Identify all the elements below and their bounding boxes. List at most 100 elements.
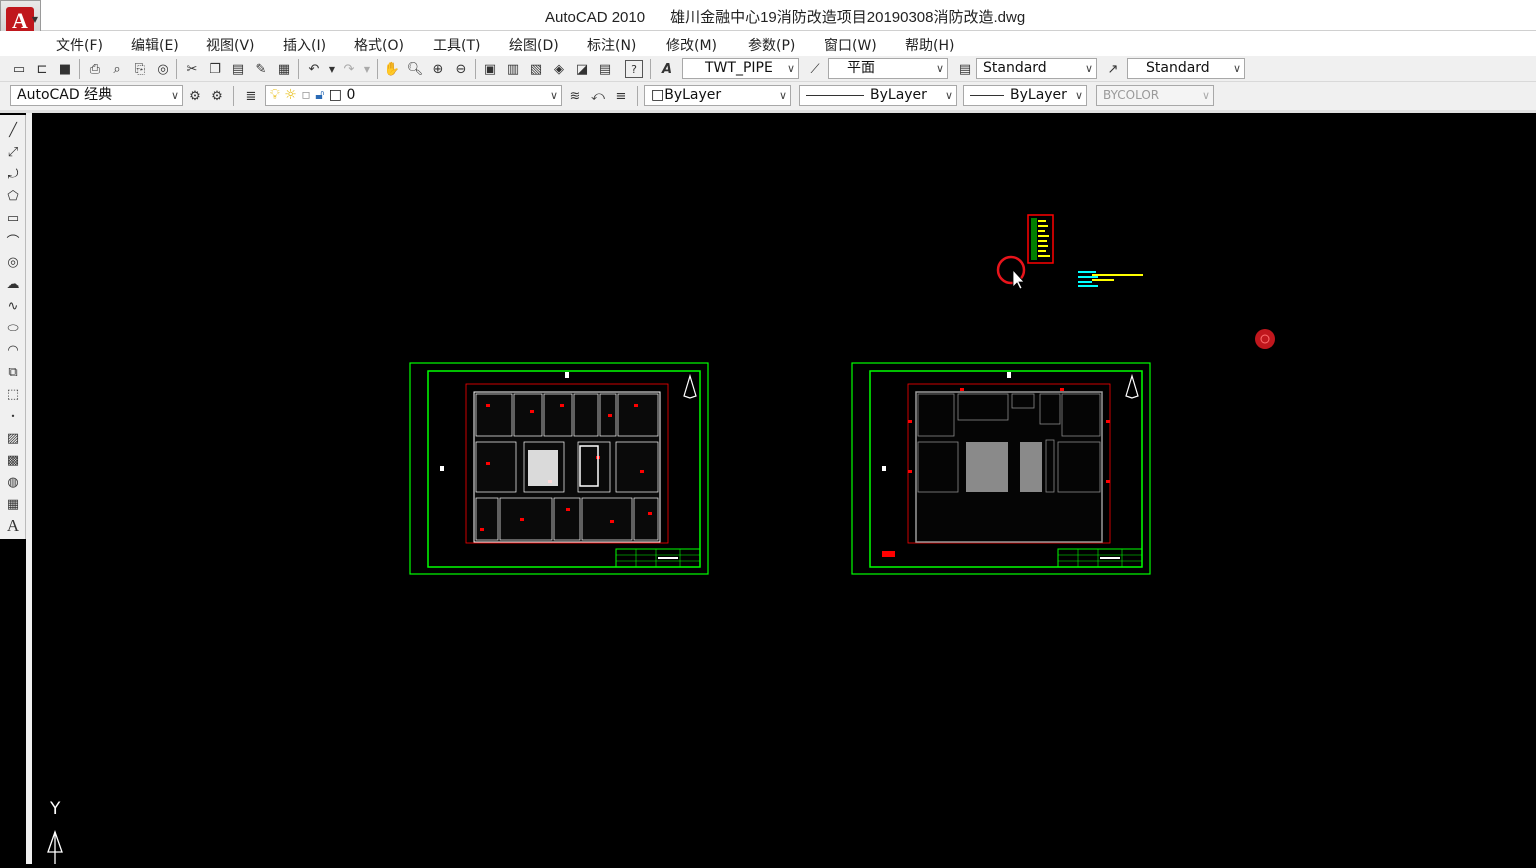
layers-properties-toolbar: AutoCAD 经典 ∨ ⚙ ⚙ ≣ 💡︎ ☼ ▫ 🔓︎ □ 0 ∨ ≋ ⤺ ≡ …: [0, 82, 1536, 110]
copy-icon[interactable]: ❐: [206, 60, 224, 78]
menu-dimension[interactable]: 标注(N): [587, 35, 636, 55]
toolbar-separator: [650, 59, 651, 79]
workspace-settings-icon[interactable]: ⚙: [186, 87, 204, 105]
pan-icon[interactable]: ✋: [383, 60, 401, 78]
mleaderstyle-icon[interactable]: ↗: [1104, 60, 1122, 78]
zoom-window-icon[interactable]: ⊕: [429, 60, 447, 78]
menu-window[interactable]: 窗口(W): [824, 35, 877, 55]
preview-icon[interactable]: ⌕: [108, 60, 126, 78]
menu-modify[interactable]: 修改(M): [666, 35, 717, 55]
matchprop-icon[interactable]: ✎: [252, 60, 270, 78]
save-icon[interactable]: ■: [56, 60, 74, 78]
tablestyle-icon[interactable]: ▤: [956, 60, 974, 78]
color-select[interactable]: □ByLayer ∨: [644, 85, 791, 106]
text-style-select[interactable]: TWT_PIPE ∨: [682, 58, 799, 79]
layer-state-icon[interactable]: ≡: [612, 87, 630, 105]
undo-icon[interactable]: ↶: [305, 60, 323, 78]
properties-icon[interactable]: ▣: [481, 60, 499, 78]
designcenter-icon[interactable]: ▥: [504, 60, 522, 78]
region-icon[interactable]: ◍: [4, 473, 22, 491]
layer-select[interactable]: 💡︎ ☼ ▫ 🔓︎ □ 0 ∨: [265, 85, 562, 106]
text-style-value: TWT_PIPE: [705, 60, 773, 76]
help-icon[interactable]: ?: [625, 60, 643, 78]
north-arrow-1: [683, 373, 697, 399]
point-icon[interactable]: •: [4, 407, 22, 425]
drawing-sheet-2[interactable]: [851, 362, 1151, 575]
dim-style-select[interactable]: 平面 ∨: [828, 58, 948, 79]
arc-icon[interactable]: ⌒: [4, 231, 22, 250]
calculator-icon[interactable]: ▤: [596, 60, 614, 78]
menu-parameters[interactable]: 参数(P): [748, 35, 795, 55]
lineweight-select[interactable]: ByLayer ∨: [963, 85, 1087, 106]
menu-view[interactable]: 视图(V): [206, 35, 255, 55]
3dprint-icon[interactable]: ◎: [154, 60, 172, 78]
side-label-marker: [440, 466, 444, 471]
polyline-icon[interactable]: ⤾: [4, 165, 22, 183]
legend-block[interactable]: [1027, 214, 1054, 264]
layer-previous-icon[interactable]: ⤺: [589, 87, 607, 105]
chevron-down-icon[interactable]: ▼: [323, 60, 341, 78]
print-icon[interactable]: ⎙: [86, 60, 104, 78]
chevron-down-icon[interactable]: ▼: [358, 60, 376, 78]
table-icon[interactable]: ▦: [4, 495, 22, 513]
circle-icon[interactable]: ◎: [4, 253, 22, 271]
zoom-previous-icon[interactable]: ⊖: [452, 60, 470, 78]
textstyle-icon[interactable]: A: [658, 60, 676, 78]
spline-icon[interactable]: ∿: [4, 297, 22, 315]
gear-icon[interactable]: ⚙: [208, 87, 226, 105]
menu-draw[interactable]: 绘图(D): [509, 35, 559, 55]
revcloud-icon[interactable]: ☁︎: [4, 275, 22, 293]
core-area: [966, 442, 1008, 492]
make-current-layer-icon[interactable]: ≋: [566, 87, 584, 105]
dimstyle-icon[interactable]: ⟋: [806, 60, 824, 78]
open-icon[interactable]: ⊏: [33, 60, 51, 78]
xline-icon[interactable]: ⤢: [4, 143, 22, 161]
menu-help[interactable]: 帮助(H): [905, 35, 954, 55]
markup-icon[interactable]: ◪: [573, 60, 591, 78]
zoom-realtime-icon[interactable]: 🔍︎: [406, 60, 424, 78]
notes-block[interactable]: [1078, 271, 1143, 287]
menu-edit[interactable]: 编辑(E): [131, 35, 179, 55]
multileader-style-select[interactable]: Standard ∨: [1127, 58, 1245, 79]
mtext-icon[interactable]: A: [4, 516, 22, 535]
lightbulb-icon: 💡︎: [270, 87, 280, 103]
drawing-canvas[interactable]: Y: [32, 113, 1536, 864]
cut-icon[interactable]: ✂: [183, 60, 201, 78]
rectangle-icon[interactable]: ▭: [4, 209, 22, 227]
hatch-icon[interactable]: ▨: [4, 429, 22, 447]
workspace-select[interactable]: AutoCAD 经典 ∨: [10, 85, 183, 106]
chevron-down-icon: ∨: [1232, 62, 1241, 75]
linetype-select[interactable]: ByLayer ∨: [799, 85, 957, 106]
paste-icon[interactable]: ▤: [229, 60, 247, 78]
menu-format[interactable]: 格式(O): [354, 35, 404, 55]
menu-file[interactable]: 文件(F): [56, 35, 103, 55]
redo-icon[interactable]: ↷: [340, 60, 358, 78]
drawing-sheet-1[interactable]: [409, 362, 709, 575]
ellipse-arc-icon[interactable]: ◠: [4, 341, 22, 359]
chevron-down-icon: ∨: [778, 89, 787, 102]
title-bar: AutoCAD 2010 雄川金融中心19消防改造项目20190308消防改造.…: [0, 0, 1536, 31]
table-style-select[interactable]: Standard ∨: [976, 58, 1097, 79]
elevator-core: [1020, 442, 1042, 492]
make-block-icon[interactable]: ⬚: [4, 385, 22, 403]
layer-manager-icon[interactable]: ≣: [242, 87, 260, 105]
model-space[interactable]: Y: [32, 113, 1536, 864]
blockeditor-icon[interactable]: ▦: [275, 60, 293, 78]
lineweight-value: ByLayer: [1010, 87, 1067, 103]
line-icon[interactable]: ╱: [4, 121, 22, 139]
title-block-text: [658, 557, 678, 559]
sheetset-icon[interactable]: ◈: [550, 60, 568, 78]
publish-icon[interactable]: ⎘: [131, 60, 149, 78]
plan-label-marker: [1007, 372, 1011, 378]
toolpalette-icon[interactable]: ▧: [527, 60, 545, 78]
workspace-value: AutoCAD 经典: [17, 87, 113, 103]
gradient-icon[interactable]: ▩: [4, 451, 22, 469]
chevron-down-icon: ∨: [1201, 89, 1210, 102]
menu-tools[interactable]: 工具(T): [433, 35, 480, 55]
ellipse-icon[interactable]: ⬭: [4, 319, 22, 337]
menu-insert[interactable]: 插入(I): [283, 35, 326, 55]
layer-value: 0: [346, 87, 356, 103]
polygon-icon[interactable]: ⬠: [4, 187, 22, 205]
new-icon[interactable]: ▭: [10, 60, 28, 78]
insert-block-icon[interactable]: ⧉: [4, 363, 22, 381]
